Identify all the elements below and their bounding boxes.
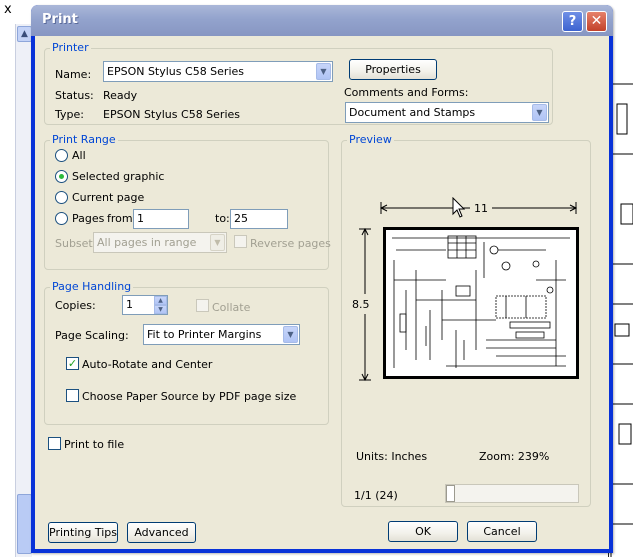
radio-all-label[interactable]: All (72, 149, 86, 162)
spin-up-icon[interactable]: ▲ (154, 296, 167, 305)
printer-group-title: Printer (50, 41, 91, 54)
pages-from-input[interactable]: 1 (133, 209, 189, 229)
preview-page-slider[interactable] (445, 484, 579, 503)
chevron-down-icon: ▼ (210, 234, 225, 251)
subset-value: All pages in range (97, 236, 197, 249)
print-range-group-title: Print Range (50, 133, 118, 146)
spin-down-icon[interactable]: ▼ (154, 305, 167, 314)
advanced-button[interactable]: Advanced (127, 522, 196, 543)
comments-forms-dropdown[interactable]: Document and Stamps ▼ (345, 102, 549, 123)
page-scaling-label: Page Scaling: (55, 329, 129, 342)
dialog-title: Print (42, 12, 78, 27)
chevron-down-icon[interactable]: ▼ (316, 63, 331, 80)
preview-height-dimension: 8.5 (352, 298, 370, 311)
cancel-button[interactable]: Cancel (467, 521, 537, 542)
comments-forms-label: Comments and Forms: (344, 86, 469, 99)
preview-width-dimension: 11 (474, 202, 488, 215)
pages-to-input[interactable]: 25 (230, 209, 288, 229)
auto-rotate-label[interactable]: Auto-Rotate and Center (82, 358, 212, 371)
preview-group-title: Preview (347, 133, 394, 146)
schematic-thumbnail-icon (392, 235, 570, 368)
collate-checkbox[interactable] (196, 299, 209, 312)
printer-status-label: Status: (55, 89, 94, 102)
reverse-pages-checkbox[interactable] (234, 235, 247, 248)
close-button[interactable]: ✕ (586, 11, 607, 32)
printer-name-dropdown[interactable]: EPSON Stylus C58 Series ▼ (103, 61, 333, 82)
page-handling-group-title: Page Handling (50, 280, 134, 293)
printer-name-value: EPSON Stylus C58 Series (107, 65, 245, 78)
printer-name-label: Name: (55, 68, 92, 81)
collate-label[interactable]: Collate (212, 301, 250, 314)
radio-all[interactable] (55, 149, 68, 162)
pages-to-label: to: (215, 212, 230, 225)
printing-tips-button[interactable]: Printing Tips (48, 522, 118, 543)
background-scrollbar[interactable]: ▲ (15, 24, 32, 557)
preview-page (383, 227, 579, 379)
page-scaling-value: Fit to Printer Margins (147, 328, 262, 341)
chevron-down-icon[interactable]: ▼ (532, 104, 547, 121)
mouse-cursor-icon (452, 197, 466, 218)
printer-type-label: Type: (55, 108, 84, 121)
checkmark-icon: ✓ (67, 357, 78, 370)
help-button[interactable]: ? (562, 11, 583, 32)
print-dialog: Print ? ✕ Printer Name: EPSON Stylus C58… (31, 5, 613, 553)
radio-current-page-label[interactable]: Current page (72, 191, 144, 204)
subset-label: Subset: (55, 237, 97, 250)
printer-status-value: Ready (103, 89, 138, 102)
properties-button[interactable]: Properties (349, 59, 437, 80)
print-to-file-checkbox[interactable] (48, 437, 61, 450)
comments-forms-value: Document and Stamps (349, 106, 476, 119)
radio-pages[interactable] (55, 212, 68, 225)
pages-from-label: from: (107, 212, 137, 225)
radio-selected-graphic-label[interactable]: Selected graphic (72, 170, 165, 183)
preview-slider-thumb[interactable] (446, 485, 455, 502)
radio-selected-graphic[interactable] (55, 170, 68, 183)
copies-label: Copies: (55, 299, 96, 312)
radio-pages-label[interactable]: Pages (72, 212, 104, 225)
preview-page-counter: 1/1 (24) (354, 489, 398, 502)
ok-button[interactable]: OK (388, 521, 458, 542)
copies-spinner[interactable]: ▲ ▼ (154, 296, 167, 315)
dialog-client-area: Printer Name: EPSON Stylus C58 Series ▼ … (35, 36, 609, 549)
subset-dropdown[interactable]: All pages in range ▼ (93, 232, 227, 253)
paper-source-checkbox[interactable] (66, 389, 79, 402)
radio-current-page[interactable] (55, 191, 68, 204)
background-close-icon[interactable]: x (4, 2, 12, 17)
scroll-up-icon[interactable]: ▲ (17, 26, 32, 42)
paper-source-label[interactable]: Choose Paper Source by PDF page size (82, 390, 296, 403)
title-bar[interactable]: Print ? ✕ (31, 5, 613, 36)
auto-rotate-checkbox[interactable]: ✓ (66, 357, 79, 370)
chevron-down-icon[interactable]: ▼ (283, 326, 298, 343)
printer-type-value: EPSON Stylus C58 Series (103, 108, 241, 121)
scrollbar-thumb[interactable] (17, 494, 32, 554)
preview-units-label: Units: Inches (356, 450, 428, 463)
reverse-pages-label[interactable]: Reverse pages (250, 237, 331, 250)
page-scaling-dropdown[interactable]: Fit to Printer Margins ▼ (143, 324, 300, 345)
print-to-file-label[interactable]: Print to file (64, 438, 124, 451)
preview-zoom-label: Zoom: 239% (479, 450, 550, 463)
